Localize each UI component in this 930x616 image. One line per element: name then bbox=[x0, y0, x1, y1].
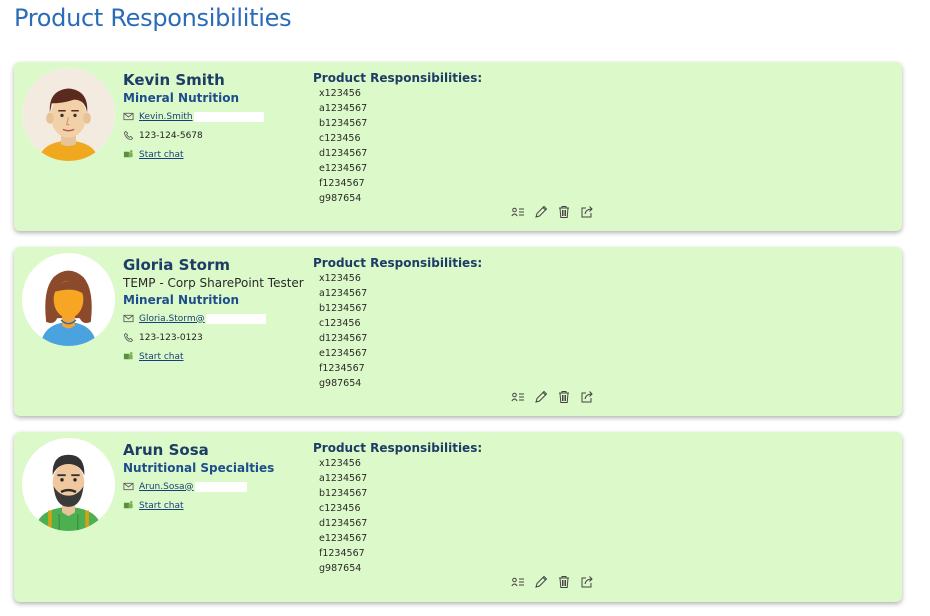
person-card: Gloria Storm TEMP - Corp SharePoint Test… bbox=[14, 247, 902, 416]
mail-icon bbox=[123, 313, 137, 325]
page-title: Product Responsibilities bbox=[14, 4, 292, 32]
responsibility-item: c123456 bbox=[319, 503, 361, 514]
teams-icon bbox=[123, 351, 137, 363]
responsibility-item: d1234567 bbox=[319, 518, 368, 529]
responsibility-item: c123456 bbox=[319, 318, 361, 329]
email-link[interactable]: Gloria.Storm@ bbox=[139, 314, 205, 324]
share-icon[interactable] bbox=[579, 389, 595, 405]
responsibility-item: b1234567 bbox=[319, 118, 368, 129]
person-department: Nutritional Specialties bbox=[123, 461, 275, 475]
responsibility-item: g987654 bbox=[319, 378, 362, 389]
responsibility-item: x123456 bbox=[319, 88, 361, 99]
avatar bbox=[22, 68, 115, 161]
edit-icon[interactable] bbox=[533, 204, 549, 220]
start-chat-link[interactable]: Start chat bbox=[139, 352, 184, 362]
email-link[interactable]: Arun.Sosa@ bbox=[139, 482, 194, 492]
responsibility-item: d1234567 bbox=[319, 333, 368, 344]
person-name: Gloria Storm bbox=[123, 256, 230, 274]
phone-icon bbox=[123, 332, 137, 344]
person-card: Kevin Smith Mineral Nutrition Kevin.Smit… bbox=[14, 62, 902, 231]
responsibility-item: x123456 bbox=[319, 458, 361, 469]
avatar bbox=[22, 438, 115, 531]
card-actions bbox=[510, 389, 595, 405]
responsibility-item: d1234567 bbox=[319, 148, 368, 159]
delete-icon[interactable] bbox=[556, 204, 572, 220]
teams-icon bbox=[123, 500, 137, 512]
responsibility-item: a1234567 bbox=[319, 103, 368, 114]
responsibility-item: b1234567 bbox=[319, 303, 368, 314]
details-icon[interactable] bbox=[510, 574, 526, 590]
responsibility-item: a1234567 bbox=[319, 473, 368, 484]
responsibility-item: f1234567 bbox=[319, 548, 365, 559]
start-chat-link[interactable]: Start chat bbox=[139, 150, 184, 160]
redacted-email-domain bbox=[205, 313, 266, 324]
email-link[interactable]: Kevin.Smith bbox=[139, 112, 193, 122]
mail-icon bbox=[123, 481, 137, 493]
responsibility-item: e1234567 bbox=[319, 533, 368, 544]
responsibility-item: b1234567 bbox=[319, 488, 368, 499]
responsibilities-title: Product Responsibilities: bbox=[313, 71, 483, 85]
responsibility-item: e1234567 bbox=[319, 348, 368, 359]
responsibility-item: g987654 bbox=[319, 563, 362, 574]
mail-icon bbox=[123, 111, 137, 123]
responsibility-item: e1234567 bbox=[319, 163, 368, 174]
responsibility-item: f1234567 bbox=[319, 178, 365, 189]
person-card: Arun Sosa Nutritional Specialties Arun.S… bbox=[14, 432, 902, 602]
start-chat-link[interactable]: Start chat bbox=[139, 501, 184, 511]
responsibility-item: g987654 bbox=[319, 193, 362, 204]
person-name: Kevin Smith bbox=[123, 71, 225, 89]
responsibility-item: x123456 bbox=[319, 273, 361, 284]
responsibilities-list: x123456 a1234567 b1234567 c123456 d12345… bbox=[319, 456, 482, 576]
person-department: Mineral Nutrition bbox=[123, 293, 240, 307]
delete-icon[interactable] bbox=[556, 574, 572, 590]
responsibilities-list: x123456 a1234567 b1234567 c123456 d12345… bbox=[319, 86, 482, 206]
avatar bbox=[22, 253, 115, 346]
responsibilities-title: Product Responsibilities: bbox=[313, 256, 483, 270]
teams-icon bbox=[123, 149, 137, 161]
phone-icon bbox=[123, 130, 137, 142]
person-name: Arun Sosa bbox=[123, 441, 209, 459]
details-icon[interactable] bbox=[510, 389, 526, 405]
responsibility-item: f1234567 bbox=[319, 363, 365, 374]
edit-icon[interactable] bbox=[533, 389, 549, 405]
share-icon[interactable] bbox=[579, 204, 595, 220]
phone-number: 123-123-0123 bbox=[139, 332, 203, 343]
person-job-title: TEMP - Corp SharePoint Tester bbox=[123, 276, 304, 290]
card-actions bbox=[510, 574, 595, 590]
card-actions bbox=[510, 204, 595, 220]
responsibility-item: c123456 bbox=[319, 133, 361, 144]
details-icon[interactable] bbox=[510, 204, 526, 220]
person-department: Mineral Nutrition bbox=[123, 91, 240, 105]
phone-number: 123-124-5678 bbox=[139, 130, 203, 141]
responsibilities-title: Product Responsibilities: bbox=[313, 441, 483, 455]
responsibility-item: a1234567 bbox=[319, 288, 368, 299]
edit-icon[interactable] bbox=[533, 574, 549, 590]
redacted-email-domain bbox=[193, 111, 264, 122]
redacted-email-domain bbox=[194, 481, 247, 492]
responsibilities-list: x123456 a1234567 b1234567 c123456 d12345… bbox=[319, 271, 482, 391]
share-icon[interactable] bbox=[579, 574, 595, 590]
delete-icon[interactable] bbox=[556, 389, 572, 405]
